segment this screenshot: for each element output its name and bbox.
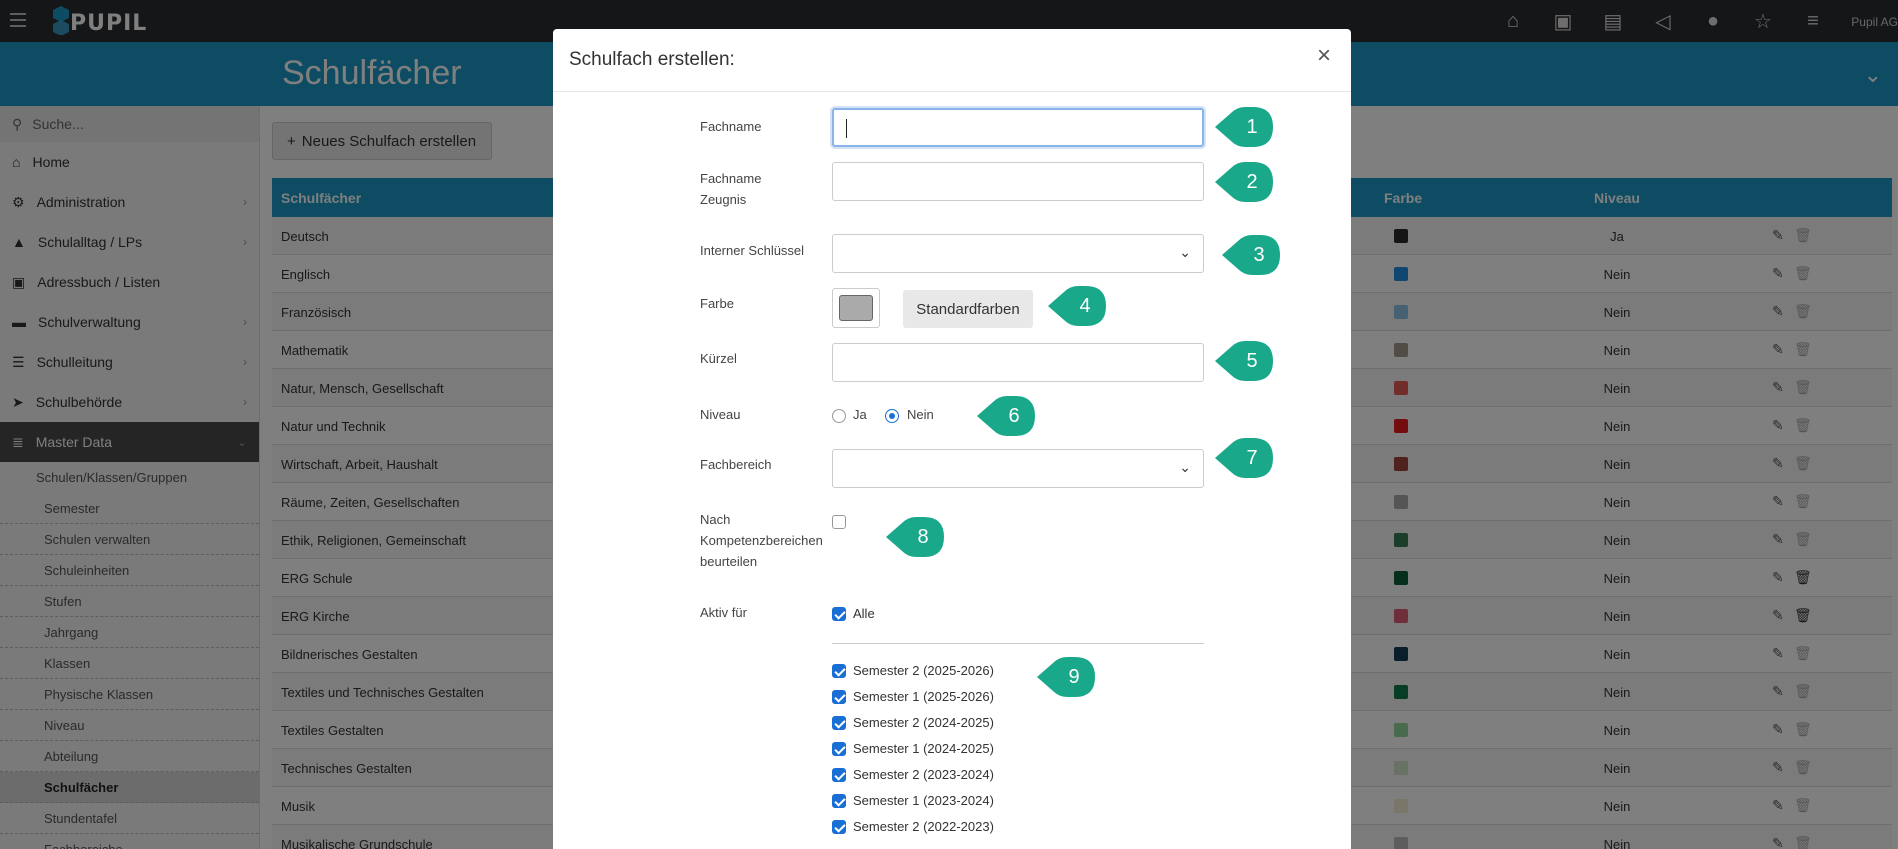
color-swatch (839, 295, 873, 321)
callout-marker-9: 9 (1037, 654, 1097, 700)
interner-schluessel-label: Interner Schlüssel (700, 243, 805, 258)
color-picker[interactable] (832, 288, 880, 328)
semester-checkbox[interactable] (832, 690, 846, 704)
create-subject-dialog: Schulfach erstellen: × Fachname Fachname… (553, 29, 1351, 849)
fachbereich-label: Fachbereich (700, 457, 772, 472)
chevron-down-icon: ⌄ (1179, 459, 1191, 475)
semester-label[interactable]: Semester 2 (2023-2024) (853, 767, 994, 782)
fachname-input[interactable] (832, 108, 1204, 147)
aktiv-fuer-label: Aktiv für (700, 605, 747, 620)
semester-label[interactable]: Semester 1 (2023-2024) (853, 793, 994, 808)
semester-label[interactable]: Semester 2 (2022-2023) (853, 819, 994, 834)
semester-checkbox[interactable] (832, 820, 846, 834)
fachbereich-select[interactable]: ⌄ (832, 449, 1204, 488)
niveau-label: Niveau (700, 407, 741, 422)
semester-checkbox[interactable] (832, 742, 846, 756)
alle-checkbox[interactable] (832, 607, 846, 621)
divider (832, 643, 1204, 644)
kompetenz-label: Nach Kompetenzbereichen beurteilen (700, 512, 823, 569)
semester-label[interactable]: Semester 2 (2024-2025) (853, 715, 994, 730)
semester-label[interactable]: Semester 2 (2025-2026) (853, 663, 994, 678)
niveau-nein-radio[interactable] (885, 409, 899, 423)
fachname-label: Fachname (700, 119, 762, 134)
fachname-zeugnis-input[interactable] (832, 162, 1204, 201)
alle-label[interactable]: Alle (853, 606, 875, 621)
text-cursor (846, 119, 847, 138)
modal-header: Schulfach erstellen: × (553, 29, 1351, 92)
modal-title: Schulfach erstellen: (569, 49, 735, 70)
standardfarben-button[interactable]: Standardfarben (903, 290, 1033, 328)
callout-marker-6: 6 (977, 393, 1037, 439)
interner-schluessel-select[interactable]: ⌄ (832, 234, 1204, 273)
semester-label[interactable]: Semester 1 (2025-2026) (853, 689, 994, 704)
semester-label[interactable]: Semester 1 (2024-2025) (853, 741, 994, 756)
semester-checkbox[interactable] (832, 768, 846, 782)
kuerzel-input[interactable] (832, 343, 1204, 382)
callout-marker-7: 7 (1215, 435, 1275, 481)
fachname-zeugnis-label: Fachname Zeugnis (700, 171, 762, 207)
callout-marker-1: 1 (1215, 104, 1275, 150)
callout-marker-4: 4 (1048, 283, 1108, 329)
kompetenz-checkbox[interactable] (832, 515, 846, 529)
niveau-ja-label[interactable]: Ja (853, 407, 867, 422)
niveau-ja-radio[interactable] (832, 409, 846, 423)
farbe-label: Farbe (700, 296, 734, 311)
niveau-nein-label[interactable]: Nein (907, 407, 934, 422)
callout-marker-2: 2 (1215, 159, 1275, 205)
kuerzel-label: Kürzel (700, 351, 737, 366)
close-icon[interactable]: × (1311, 43, 1337, 69)
callout-marker-8: 8 (886, 514, 946, 560)
semester-checkbox[interactable] (832, 664, 846, 678)
chevron-down-icon: ⌄ (1179, 244, 1191, 260)
callout-marker-3: 3 (1222, 232, 1282, 278)
semester-checkbox[interactable] (832, 716, 846, 730)
semester-checkbox[interactable] (832, 794, 846, 808)
callout-marker-5: 5 (1215, 338, 1275, 384)
